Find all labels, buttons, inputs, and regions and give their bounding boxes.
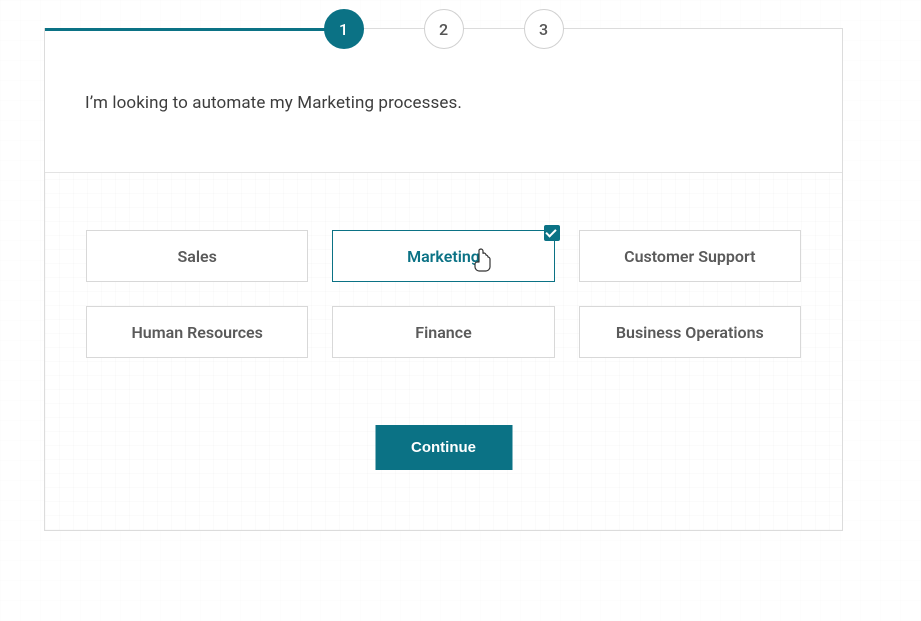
step-1[interactable]: 1 bbox=[324, 9, 364, 49]
category-tile-sales[interactable]: Sales bbox=[86, 230, 308, 282]
step-2[interactable]: 2 bbox=[424, 9, 464, 49]
category-label: Human Resources bbox=[131, 323, 262, 342]
prompt-suffix: processes. bbox=[374, 93, 462, 113]
category-tile-human-resources[interactable]: Human Resources bbox=[86, 306, 308, 358]
category-label: Finance bbox=[415, 323, 471, 342]
step-label: 1 bbox=[339, 20, 348, 39]
step-label: 2 bbox=[439, 20, 448, 39]
category-label: Customer Support bbox=[624, 247, 755, 266]
wizard-card: 1 2 3 I’m looking to automate my Marketi… bbox=[44, 28, 843, 531]
category-tile-finance[interactable]: Finance bbox=[332, 306, 554, 358]
category-tile-customer-support[interactable]: Customer Support bbox=[579, 230, 801, 282]
step-indicator: 1 2 3 bbox=[45, 9, 842, 49]
category-label: Marketing bbox=[407, 247, 480, 266]
category-label: Sales bbox=[177, 247, 216, 266]
step-label: 3 bbox=[539, 20, 548, 39]
prompt-sentence: I’m looking to automate my Marketing pro… bbox=[85, 93, 462, 113]
category-grid: Sales Marketing Customer Support Human R… bbox=[86, 230, 801, 358]
prompt-selected: Marketing bbox=[297, 93, 374, 113]
category-label: Business Operations bbox=[616, 323, 764, 342]
continue-button[interactable]: Continue bbox=[375, 425, 512, 470]
category-tile-marketing[interactable]: Marketing bbox=[332, 230, 554, 282]
check-icon bbox=[544, 225, 560, 241]
category-tile-business-operations[interactable]: Business Operations bbox=[579, 306, 801, 358]
continue-label: Continue bbox=[411, 439, 476, 456]
step-3[interactable]: 3 bbox=[524, 9, 564, 49]
prompt-prefix: I’m looking to automate my bbox=[85, 93, 297, 113]
